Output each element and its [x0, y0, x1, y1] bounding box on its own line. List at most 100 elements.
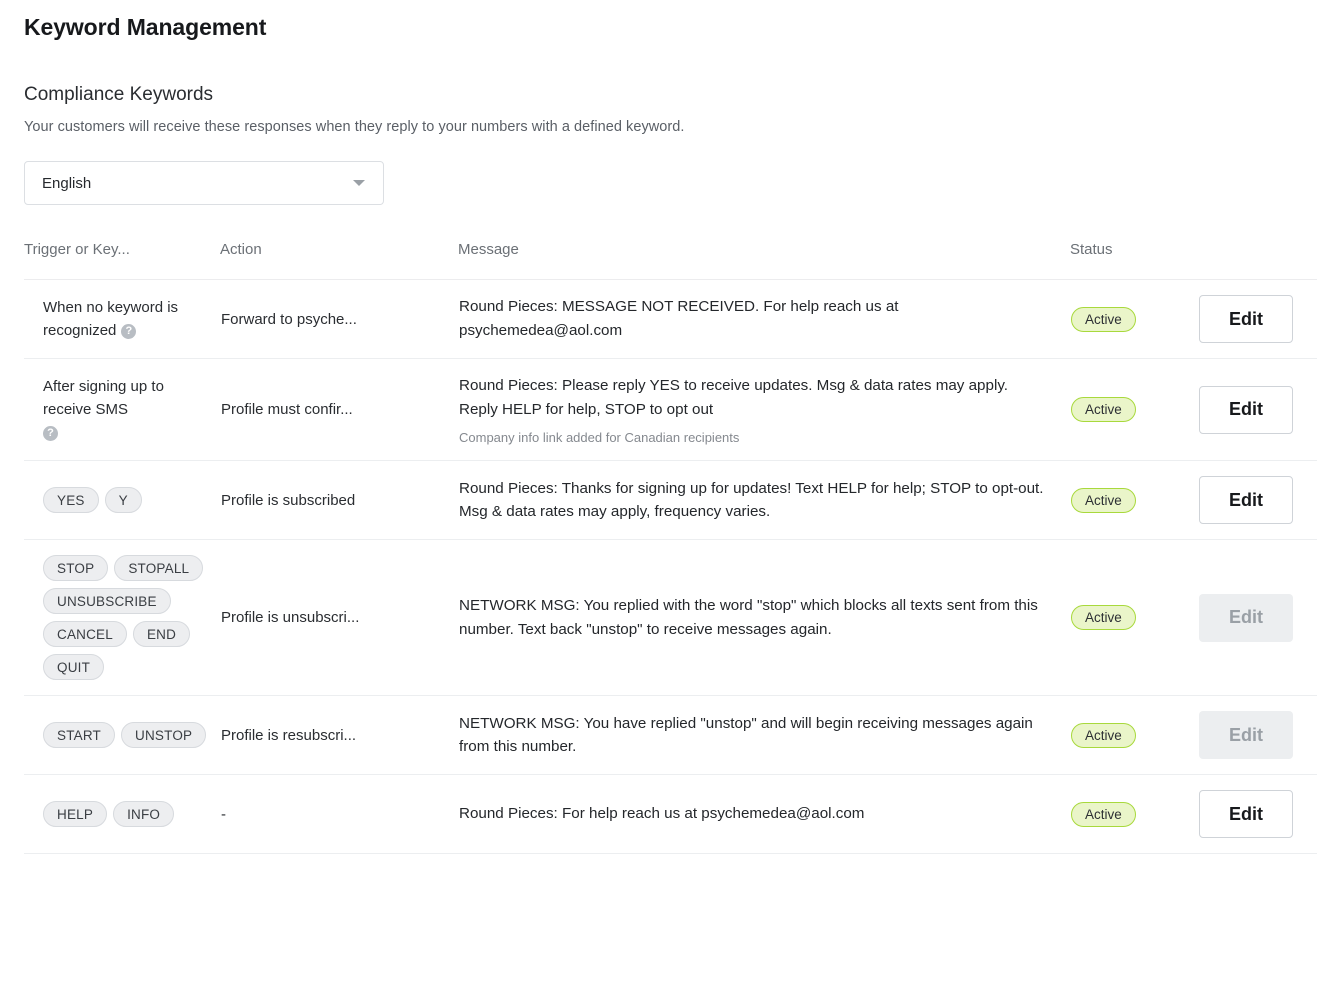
status-badge: Active: [1071, 802, 1136, 827]
keyword-chip: QUIT: [43, 654, 104, 680]
keyword-chip: STOP: [43, 555, 108, 581]
status-badge: Active: [1071, 307, 1136, 332]
column-header-message: Message: [458, 241, 1070, 280]
cell-message: NETWORK MSG: You replied with the word "…: [458, 540, 1070, 696]
action-label: Forward to psyche...: [221, 311, 457, 328]
message-subtext: Company info link added for Canadian rec…: [459, 430, 1069, 445]
message-text: NETWORK MSG: You have replied "unstop" a…: [459, 712, 1044, 759]
cell-trigger: STOPSTOPALL UNSUBSCRIBE CANCELEND QUIT: [24, 540, 220, 696]
column-header-trigger: Trigger or Key...: [24, 241, 220, 280]
column-header-edit: [1198, 241, 1317, 280]
cell-status: Active: [1070, 461, 1198, 540]
edit-button: Edit: [1199, 594, 1293, 642]
help-circle-icon[interactable]: ?: [121, 324, 136, 339]
keyword-chip: HELP: [43, 801, 107, 827]
table-header: Trigger or Key... Action Message Status: [24, 241, 1317, 280]
status-badge: Active: [1071, 723, 1136, 748]
cell-message: Round Pieces: For help reach us at psych…: [458, 775, 1070, 854]
cell-action: Profile is subscribed: [220, 461, 458, 540]
column-header-action: Action: [220, 241, 458, 280]
section-title: Compliance Keywords: [24, 41, 1316, 106]
table-row: STOPSTOPALL UNSUBSCRIBE CANCELEND QUIT Profi…: [24, 540, 1317, 696]
message-text: Round Pieces: Thanks for signing up for …: [459, 477, 1044, 524]
cell-status: Active: [1070, 540, 1198, 696]
keyword-management-page: Keyword Management Compliance Keywords Y…: [0, 0, 1340, 854]
edit-button[interactable]: Edit: [1199, 386, 1293, 434]
cell-edit: Edit: [1198, 775, 1317, 854]
cell-action: -: [220, 775, 458, 854]
keyword-chip: STOPALL: [114, 555, 203, 581]
cell-trigger: When no keyword is recognized?: [24, 280, 220, 359]
cell-edit: Edit: [1198, 280, 1317, 359]
keyword-chip-list: HELPINFO: [43, 801, 208, 827]
status-badge: Active: [1071, 397, 1136, 422]
message-text: Round Pieces: For help reach us at psych…: [459, 802, 1044, 826]
table-row: YESY Profile is subscribedRound Pieces: T…: [24, 461, 1317, 540]
cell-message: Round Pieces: Please reply YES to receiv…: [458, 359, 1070, 461]
cell-action: Forward to psyche...: [220, 280, 458, 359]
page-title: Keyword Management: [24, 0, 1316, 41]
cell-trigger: After signing up to receive SMS?: [24, 359, 220, 461]
cell-message: Round Pieces: Thanks for signing up for …: [458, 461, 1070, 540]
column-header-status: Status: [1070, 241, 1198, 280]
message-text: NETWORK MSG: You replied with the word "…: [459, 594, 1044, 641]
cell-edit: Edit: [1198, 461, 1317, 540]
cell-action: Profile is unsubscri...: [220, 540, 458, 696]
status-badge: Active: [1071, 488, 1136, 513]
keyword-chip: END: [133, 621, 190, 647]
action-label: Profile must confir...: [221, 401, 457, 418]
table-row: After signing up to receive SMS? Profile …: [24, 359, 1317, 461]
keywords-table: Trigger or Key... Action Message Status …: [24, 241, 1317, 854]
action-label: Profile is resubscri...: [221, 727, 457, 744]
keyword-chip: UNSUBSCRIBE: [43, 588, 171, 614]
keyword-chip-list: YESY: [43, 487, 208, 513]
edit-button[interactable]: Edit: [1199, 295, 1293, 343]
keyword-chip-list: STOPSTOPALL UNSUBSCRIBE CANCELEND QUIT: [43, 555, 208, 680]
keyword-chip-list: STARTUNSTOP: [43, 722, 208, 748]
section-description: Your customers will receive these respon…: [24, 106, 1316, 135]
language-select[interactable]: English: [24, 161, 384, 205]
cell-status: Active: [1070, 359, 1198, 461]
keyword-chip: INFO: [113, 801, 174, 827]
action-label: Profile is unsubscri...: [221, 609, 457, 626]
keyword-chip: CANCEL: [43, 621, 127, 647]
help-icon-wrap: ?: [43, 421, 193, 444]
cell-trigger: HELPINFO: [24, 775, 220, 854]
help-circle-icon[interactable]: ?: [43, 426, 58, 441]
cell-action: Profile must confir...: [220, 359, 458, 461]
trigger-description: After signing up to receive SMS?: [43, 375, 193, 444]
cell-edit: Edit: [1198, 696, 1317, 775]
message-text: Round Pieces: Please reply YES to receiv…: [459, 374, 1044, 421]
action-label: -: [221, 806, 457, 823]
keyword-chip: UNSTOP: [121, 722, 206, 748]
cell-message: Round Pieces: MESSAGE NOT RECEIVED. For …: [458, 280, 1070, 359]
trigger-label: When no keyword is recognized: [43, 299, 178, 339]
table-row: STARTUNSTOP Profile is resubscri...NETWOR…: [24, 696, 1317, 775]
language-select-value: English: [42, 175, 353, 192]
table-body: When no keyword is recognized? Forward to…: [24, 280, 1317, 854]
cell-trigger: STARTUNSTOP: [24, 696, 220, 775]
cell-status: Active: [1070, 280, 1198, 359]
keyword-chip: YES: [43, 487, 99, 513]
edit-button: Edit: [1199, 711, 1293, 759]
chevron-down-icon: [353, 180, 365, 186]
cell-edit: Edit: [1198, 540, 1317, 696]
keyword-chip: Y: [105, 487, 142, 513]
trigger-label: After signing up to receive SMS: [43, 378, 164, 418]
cell-status: Active: [1070, 696, 1198, 775]
table-header-row: Trigger or Key... Action Message Status: [24, 241, 1317, 280]
cell-message: NETWORK MSG: You have replied "unstop" a…: [458, 696, 1070, 775]
cell-trigger: YESY: [24, 461, 220, 540]
keyword-chip: START: [43, 722, 115, 748]
table-row: When no keyword is recognized? Forward to…: [24, 280, 1317, 359]
cell-edit: Edit: [1198, 359, 1317, 461]
trigger-description: When no keyword is recognized?: [43, 296, 193, 342]
cell-action: Profile is resubscri...: [220, 696, 458, 775]
table-row: HELPINFO-Round Pieces: For help reach us…: [24, 775, 1317, 854]
action-label: Profile is subscribed: [221, 492, 457, 509]
edit-button[interactable]: Edit: [1199, 476, 1293, 524]
cell-status: Active: [1070, 775, 1198, 854]
status-badge: Active: [1071, 605, 1136, 630]
message-text: Round Pieces: MESSAGE NOT RECEIVED. For …: [459, 295, 1044, 342]
edit-button[interactable]: Edit: [1199, 790, 1293, 838]
